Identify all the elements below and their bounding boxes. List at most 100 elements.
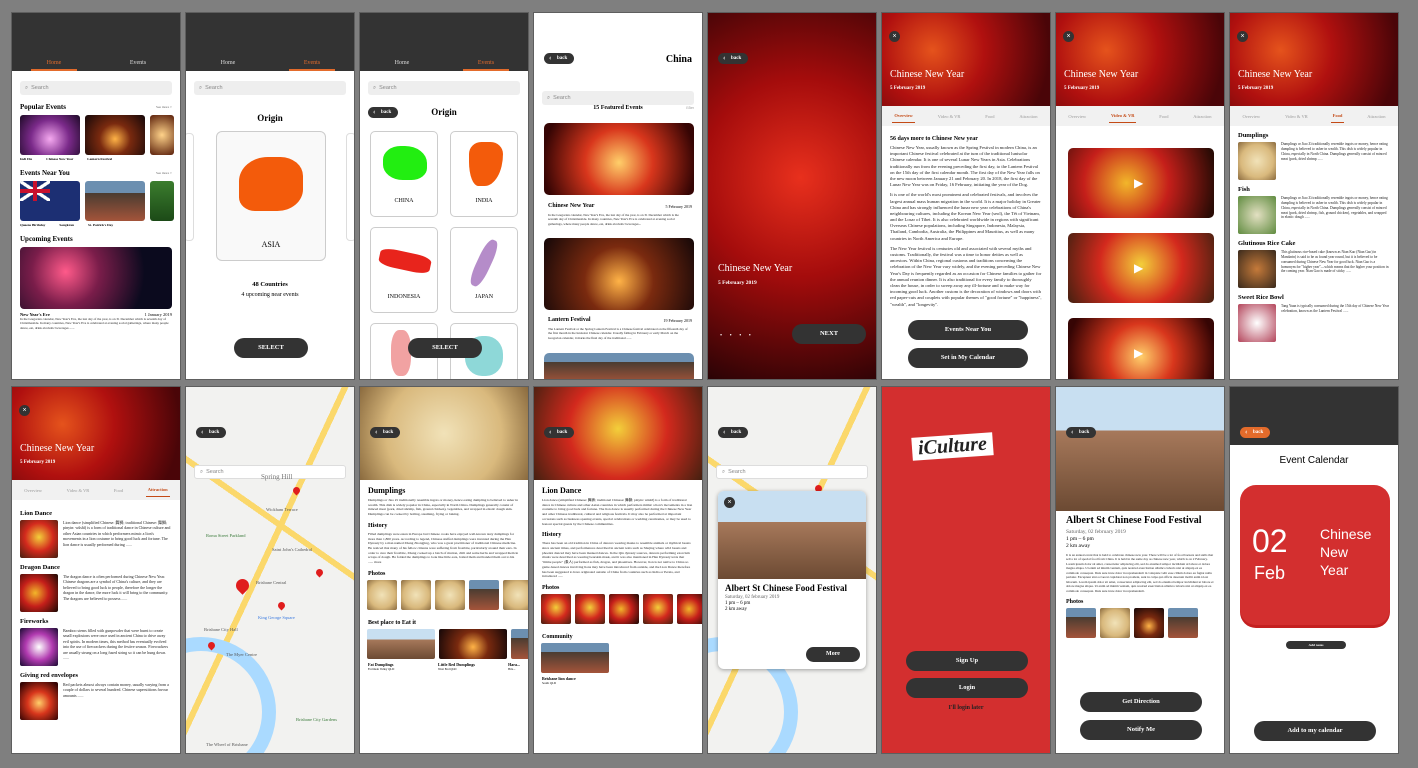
set-calendar-button[interactable]: Set in My Calendar [908,348,1028,368]
back-button[interactable]: back [370,427,401,438]
event-thumb[interactable] [150,115,174,155]
upcoming-thumb[interactable] [20,247,172,309]
close-icon[interactable]: × [889,31,900,42]
tab-video-vr[interactable]: Video & VR [1108,109,1137,123]
restaurant-thumb[interactable] [511,628,528,659]
close-icon[interactable]: × [1063,31,1074,42]
select-button[interactable]: SELECT [408,338,482,358]
country-card-india[interactable]: INDIA [450,131,518,217]
food-image[interactable] [1238,142,1276,180]
back-button[interactable]: back [196,427,227,438]
country-card-china[interactable]: CHINA [370,131,438,217]
filter-link[interactable]: filter [686,105,694,110]
tab-attraction[interactable]: Attraction [145,483,170,497]
tab-home[interactable]: Home [31,60,77,71]
see-more-link[interactable]: See more > [156,105,172,109]
video-thumb[interactable]: ▶ [1068,318,1214,379]
tab-events[interactable]: Events [115,60,161,71]
photo-thumb[interactable] [609,594,639,625]
back-button[interactable]: back [544,53,575,64]
add-to-calendar-button[interactable]: Add to my calendar [1254,721,1376,741]
photo-thumb[interactable] [677,594,702,625]
close-icon[interactable]: × [1237,31,1248,42]
country-card-japan[interactable]: JAPAN [450,227,518,313]
event-thumb[interactable] [20,181,80,221]
notify-me-button[interactable]: Notify Me [1080,720,1202,740]
search-input[interactable]: ⌕ Search [368,81,520,95]
photo-thumb[interactable] [503,579,528,610]
event-image[interactable] [544,353,694,379]
search-input[interactable]: ⌕ Search [542,91,694,105]
tab-food[interactable]: Food [112,484,125,497]
photo-thumb[interactable] [401,579,431,610]
tab-food[interactable]: Food [1157,110,1170,123]
photo-thumb[interactable] [435,579,465,610]
tab-attraction[interactable]: Attraction [1017,110,1039,123]
tab-home[interactable]: Home [379,60,425,71]
next-button[interactable]: NEXT [792,324,866,344]
back-button[interactable]: back [718,53,749,64]
back-button[interactable]: back [1240,427,1271,438]
add-notes-button[interactable]: Add notes [1286,641,1346,649]
search-input[interactable]: ⌕ Search [716,465,868,479]
search-input[interactable]: ⌕ Search [194,81,346,95]
video-thumb[interactable]: ▶ [1068,148,1214,218]
tab-food[interactable]: Food [1330,109,1345,123]
tab-attraction[interactable]: Attraction [1365,110,1387,123]
food-image[interactable] [1238,250,1276,288]
tab-home[interactable]: Home [205,60,251,71]
attraction-image[interactable] [20,628,58,666]
tab-food[interactable]: Food [983,110,996,123]
food-image[interactable] [1238,304,1276,342]
continent-card[interactable]: ASIA [216,131,326,261]
close-icon[interactable]: × [19,405,30,416]
more-button[interactable]: More [806,647,860,662]
back-button[interactable]: back [718,427,749,438]
event-thumb[interactable] [20,115,80,155]
select-button[interactable]: SELECT [234,338,308,358]
event-image[interactable] [544,123,694,195]
tab-video-vr[interactable]: Video & VR [1283,110,1310,123]
event-thumb[interactable] [150,181,174,221]
signup-button[interactable]: Sign Up [906,651,1028,671]
tab-overview[interactable]: Overview [1066,110,1088,123]
login-button[interactable]: Login [906,678,1028,698]
tab-events[interactable]: Events [463,60,509,71]
photo-thumb[interactable] [1066,607,1096,638]
event-thumb[interactable] [85,181,145,221]
photo-thumb[interactable] [367,579,397,610]
search-input[interactable]: ⌕ Search [20,81,172,95]
photo-thumb[interactable] [643,594,673,625]
country-card-indonesia[interactable]: INDONESIA [370,227,438,313]
events-near-button[interactable]: Events Near You [908,320,1028,340]
calendar-card[interactable]: 02 Feb Chinese New Year [1240,485,1390,625]
photo-thumb[interactable] [575,594,605,625]
photo-thumb[interactable] [541,594,571,625]
see-more-link[interactable]: See more > [156,171,172,175]
attraction-image[interactable] [20,574,58,612]
photo-thumb[interactable] [469,579,499,610]
attraction-image[interactable] [20,682,58,720]
get-direction-button[interactable]: Get Direction [1080,692,1202,712]
community-thumb[interactable] [541,643,609,674]
tab-video-vr[interactable]: Video & VR [936,110,963,123]
photo-thumb[interactable] [1134,607,1164,638]
back-button[interactable]: back [544,427,575,438]
event-popup[interactable]: × Albert St Chinese Food Festival Saturd… [718,491,866,669]
event-image[interactable] [544,238,694,310]
event-thumb[interactable] [85,115,145,155]
restaurant-thumb[interactable] [367,628,435,659]
tab-attraction[interactable]: Attraction [1191,110,1213,123]
close-icon[interactable]: × [724,497,735,508]
tab-events[interactable]: Events [289,60,335,71]
food-image[interactable] [1238,196,1276,234]
tab-video-vr[interactable]: Video & VR [65,484,92,497]
tab-overview[interactable]: Overview [892,109,915,123]
video-thumb[interactable]: ▶ [1068,233,1214,303]
back-button[interactable]: back [1066,427,1097,438]
photo-thumb[interactable] [1168,607,1198,638]
photo-thumb[interactable] [1100,607,1130,638]
restaurant-thumb[interactable] [439,628,507,659]
attraction-image[interactable] [20,520,58,558]
tab-overview[interactable]: Overview [1240,110,1262,123]
